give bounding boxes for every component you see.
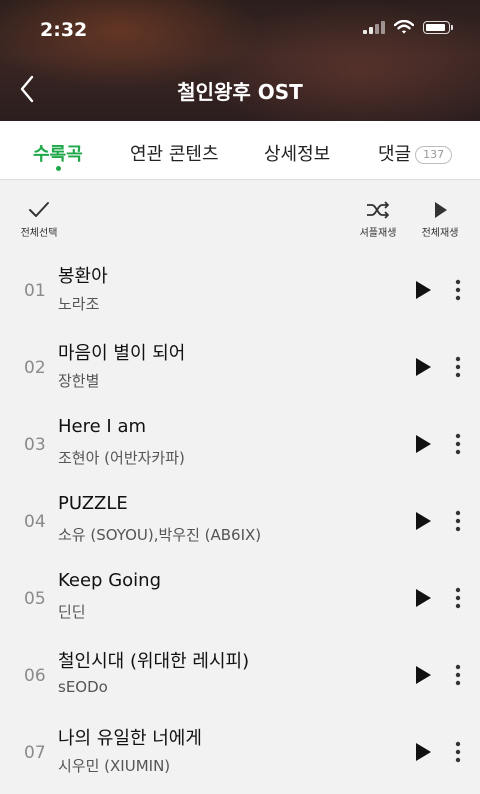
track-title: PUZZLE bbox=[58, 493, 128, 514]
tab-tracklist[interactable]: 수록곡 bbox=[33, 140, 83, 171]
select-all-button[interactable]: 전체선택 bbox=[16, 200, 62, 239]
track-more-button[interactable] bbox=[448, 740, 468, 764]
track-number: 06 bbox=[24, 666, 46, 686]
track-more-button[interactable] bbox=[448, 509, 468, 533]
track-row[interactable]: 01 봉환아 노라조 bbox=[0, 253, 480, 330]
track-more-button[interactable] bbox=[448, 432, 468, 456]
track-number: 03 bbox=[24, 435, 46, 455]
toolbar: 전체선택 셔플재생 전체재생 bbox=[0, 180, 480, 250]
track-number: 02 bbox=[24, 358, 46, 378]
status-time: 2:32 bbox=[40, 19, 88, 41]
track-play-button[interactable] bbox=[410, 355, 434, 379]
page-title: 철인왕후 OST bbox=[177, 80, 303, 104]
track-row[interactable]: 02 마음이 별이 되어 장한별 bbox=[0, 330, 480, 407]
play-icon bbox=[416, 435, 431, 453]
track-title: Keep Going bbox=[58, 570, 161, 591]
track-more-button[interactable] bbox=[448, 355, 468, 379]
tab-details-label: 상세정보 bbox=[264, 144, 331, 165]
play-icon bbox=[416, 512, 431, 530]
play-icon bbox=[416, 743, 431, 761]
more-vertical-icon bbox=[455, 664, 461, 686]
track-title: 마음이 별이 되어 bbox=[58, 343, 186, 364]
tab-comments[interactable]: 댓글 137 bbox=[378, 140, 453, 166]
more-vertical-icon bbox=[455, 356, 461, 378]
track-play-button[interactable] bbox=[410, 432, 434, 456]
track-play-button[interactable] bbox=[410, 586, 434, 610]
tab-related-content[interactable]: 연관 콘텐츠 bbox=[130, 140, 219, 166]
header: 2:32 철인왕후 OST bbox=[0, 0, 480, 121]
track-row[interactable]: 04 PUZZLE 소유 (SOYOU),박우진 (AB6IX) bbox=[0, 484, 480, 561]
wifi-icon bbox=[394, 20, 414, 34]
track-title: 나의 유일한 너에게 bbox=[58, 728, 202, 749]
play-icon bbox=[416, 281, 431, 299]
track-number: 07 bbox=[24, 743, 46, 763]
tab-related-content-label: 연관 콘텐츠 bbox=[130, 144, 219, 165]
track-artist: 소유 (SOYOU),박우진 (AB6IX) bbox=[58, 526, 262, 544]
track-play-button[interactable] bbox=[410, 740, 434, 764]
track-more-button[interactable] bbox=[448, 586, 468, 610]
play-all-button[interactable]: 전체재생 bbox=[417, 200, 463, 239]
comment-count-badge: 137 bbox=[415, 146, 453, 164]
track-artist: sEODo bbox=[58, 678, 108, 696]
tab-comments-label: 댓글 bbox=[378, 144, 412, 165]
track-artist: 조현아 (어반자카파) bbox=[58, 449, 185, 467]
shuffle-play-label: 셔플재생 bbox=[359, 228, 397, 239]
more-vertical-icon bbox=[455, 510, 461, 532]
more-vertical-icon bbox=[455, 741, 461, 763]
check-icon bbox=[29, 202, 49, 217]
track-title: 철인시대 (위대한 레시피) bbox=[58, 651, 250, 672]
track-row[interactable]: 06 철인시대 (위대한 레시피) sEODo bbox=[0, 638, 480, 715]
track-number: 01 bbox=[24, 281, 46, 301]
more-vertical-icon bbox=[455, 279, 461, 301]
track-artist: 딘딘 bbox=[58, 603, 86, 621]
signal-icon bbox=[363, 20, 385, 34]
track-more-button[interactable] bbox=[448, 663, 468, 687]
track-play-button[interactable] bbox=[410, 278, 434, 302]
track-artist: 시우민 (XIUMIN) bbox=[58, 757, 171, 775]
play-icon bbox=[416, 666, 431, 684]
more-vertical-icon bbox=[455, 433, 461, 455]
select-all-label: 전체선택 bbox=[20, 228, 58, 239]
shuffle-icon bbox=[367, 201, 389, 219]
track-artist: 노라조 bbox=[58, 295, 100, 313]
play-icon bbox=[416, 589, 431, 607]
play-icon bbox=[416, 358, 431, 376]
track-title: Here I am bbox=[58, 416, 147, 437]
track-number: 05 bbox=[24, 589, 46, 609]
track-number: 04 bbox=[24, 512, 46, 532]
track-title: 봉환아 bbox=[58, 266, 108, 287]
track-play-button[interactable] bbox=[410, 509, 434, 533]
battery-icon bbox=[423, 20, 453, 34]
play-all-label: 전체재생 bbox=[421, 228, 459, 239]
track-more-button[interactable] bbox=[448, 278, 468, 302]
tab-tracklist-label: 수록곡 bbox=[33, 144, 83, 165]
track-row[interactable]: 07 나의 유일한 너에게 시우민 (XIUMIN) bbox=[0, 715, 480, 792]
tab-details[interactable]: 상세정보 bbox=[264, 140, 330, 166]
active-tab-indicator bbox=[55, 166, 61, 171]
play-icon bbox=[435, 202, 447, 218]
track-artist: 장한별 bbox=[58, 372, 100, 390]
status-icons bbox=[363, 20, 453, 34]
track-row[interactable]: 05 Keep Going 딘딘 bbox=[0, 561, 480, 638]
track-row[interactable]: 03 Here I am 조현아 (어반자카파) bbox=[0, 407, 480, 484]
more-vertical-icon bbox=[455, 587, 461, 609]
tab-bar: 수록곡 연관 콘텐츠 상세정보 댓글 137 bbox=[0, 121, 480, 180]
shuffle-play-button[interactable]: 셔플재생 bbox=[355, 200, 401, 239]
track-play-button[interactable] bbox=[410, 663, 434, 687]
